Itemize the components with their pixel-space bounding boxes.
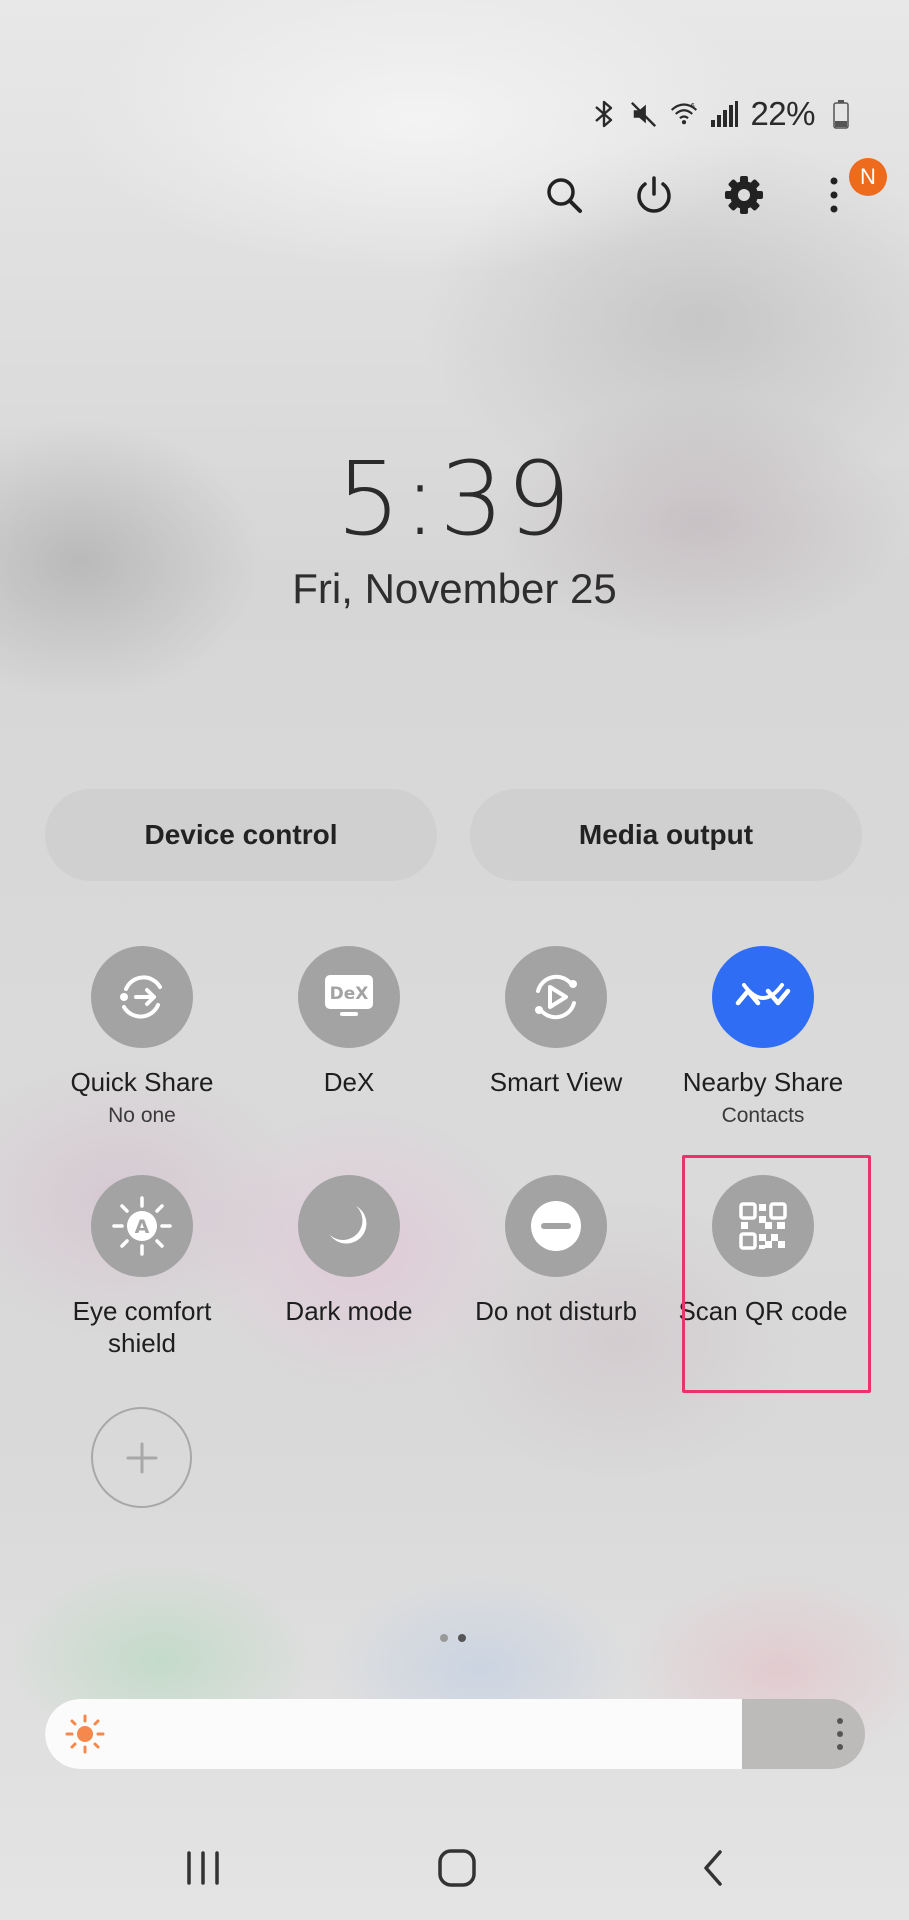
tile-dark-mode[interactable]: Dark mode xyxy=(249,1175,449,1327)
clock-time: 5:39 xyxy=(335,440,574,559)
eye-comfort-icon-text: A xyxy=(135,1216,150,1238)
brightness-fill xyxy=(45,1699,742,1769)
tile-sublabel: Contacts xyxy=(721,1104,805,1127)
smart-view-icon[interactable] xyxy=(505,946,607,1048)
clock-date: Fri, November 25 xyxy=(292,565,617,612)
page-dot xyxy=(440,1634,448,1642)
notification-badge: N xyxy=(849,158,887,196)
tile-label: DeX xyxy=(323,1067,375,1097)
brightness-slider[interactable] xyxy=(45,1699,865,1769)
quick-share-icon[interactable] xyxy=(91,946,193,1048)
dex-icon[interactable]: DeX xyxy=(298,946,400,1048)
nearby-share-icon[interactable] xyxy=(712,946,814,1048)
back-icon xyxy=(704,1850,722,1886)
tile-dex[interactable]: DeX DeX xyxy=(249,946,449,1098)
tile-label: Eye comfort shield xyxy=(72,1296,212,1358)
highlight-box xyxy=(682,1155,871,1393)
home-button[interactable] xyxy=(427,1838,487,1898)
tile-label: Dark mode xyxy=(285,1296,413,1326)
page-dot-current xyxy=(458,1634,466,1642)
tile-label: Do not disturb xyxy=(475,1296,637,1326)
signal-icon xyxy=(710,97,739,131)
moon-icon[interactable] xyxy=(298,1175,400,1277)
tile-label: Smart View xyxy=(489,1067,623,1097)
dex-icon-text: DeX xyxy=(330,984,369,1004)
power-icon[interactable] xyxy=(629,170,679,220)
back-button[interactable] xyxy=(683,1838,743,1898)
tile-do-not-disturb[interactable]: Do not disturb xyxy=(456,1175,656,1327)
battery-percent: 22% xyxy=(750,95,815,132)
tile-label: Quick Share xyxy=(70,1067,214,1097)
tile-eye-comfort-shield[interactable]: A Eye comfort shield xyxy=(42,1175,242,1359)
tile-smart-view[interactable]: Smart View xyxy=(456,946,656,1098)
eye-comfort-icon[interactable]: A xyxy=(91,1175,193,1277)
add-tile-button[interactable] xyxy=(91,1407,192,1508)
plus-icon xyxy=(126,1442,157,1473)
status-bar: 6 22% xyxy=(590,92,855,136)
tile-label: Nearby Share xyxy=(682,1067,844,1097)
tile-sublabel: No one xyxy=(108,1104,176,1127)
device-control-button[interactable]: Device control xyxy=(45,789,437,881)
settings-icon[interactable] xyxy=(719,170,769,220)
recents-button[interactable] xyxy=(173,1838,233,1898)
more-icon[interactable]: N xyxy=(809,158,887,220)
search-icon[interactable] xyxy=(539,170,589,220)
wifi-icon: 6 xyxy=(670,97,698,131)
navigation-bar xyxy=(0,1838,909,1898)
mute-icon xyxy=(630,97,658,131)
brightness-more-icon[interactable] xyxy=(835,1716,845,1752)
media-output-button[interactable]: Media output xyxy=(470,789,862,881)
tile-nearby-share[interactable]: Nearby Share Contacts xyxy=(663,946,863,1128)
battery-icon xyxy=(827,97,855,131)
do-not-disturb-icon[interactable] xyxy=(505,1175,607,1277)
bluetooth-icon xyxy=(590,97,618,131)
sun-icon xyxy=(65,1714,105,1754)
tile-quick-share[interactable]: Quick Share No one xyxy=(42,946,242,1128)
quick-panel-actions: N xyxy=(539,158,887,220)
page-indicator xyxy=(440,1634,466,1642)
svg-text:6: 6 xyxy=(691,102,695,110)
recents-icon xyxy=(187,1851,219,1885)
home-icon xyxy=(438,1849,476,1887)
